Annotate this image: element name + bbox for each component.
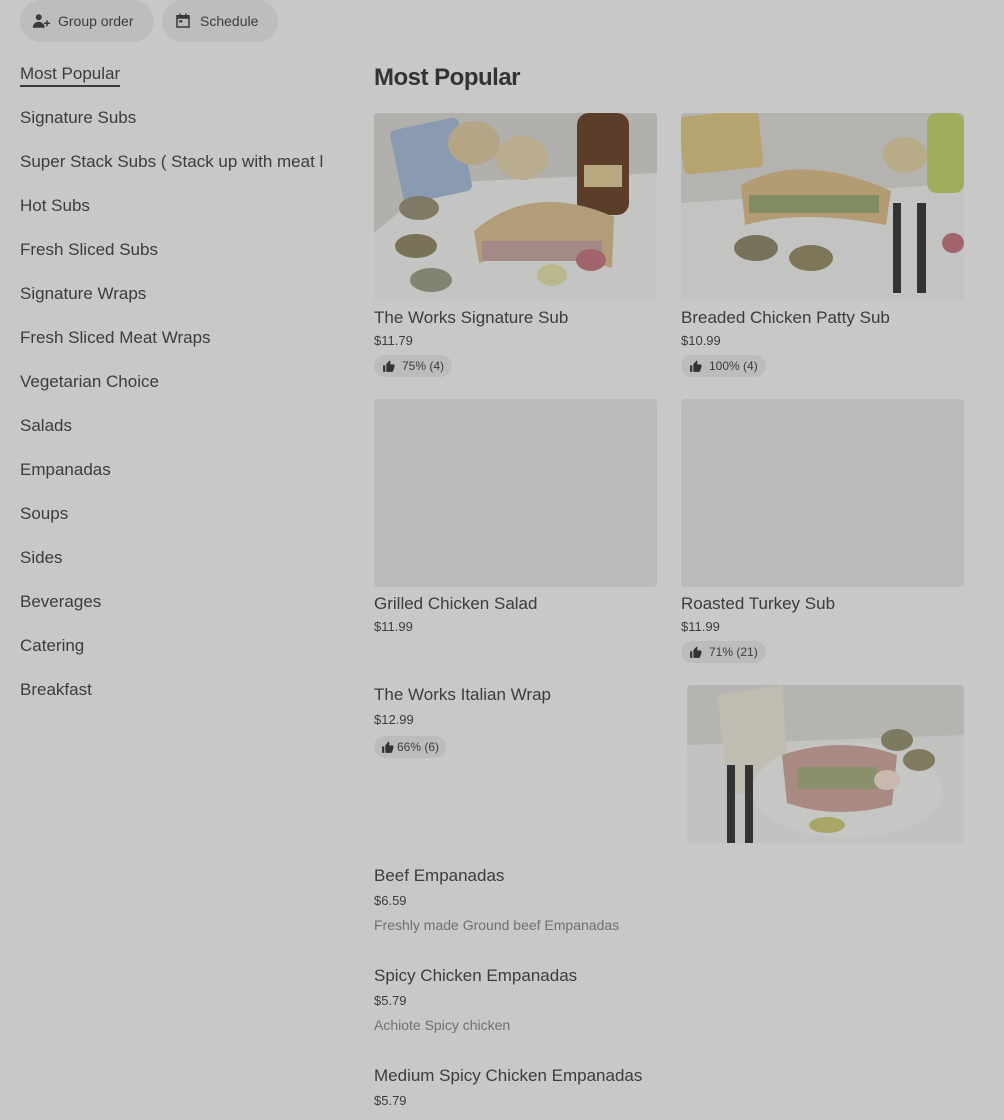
schedule-button[interactable]: Schedule — [162, 0, 278, 42]
item-name: Grilled Chicken Salad — [374, 594, 538, 613]
sidebar-item-empanadas[interactable]: Empanadas — [20, 456, 350, 500]
item-name: Spicy Chicken Empanadas — [374, 966, 578, 985]
thumbs-up-icon — [382, 741, 394, 753]
item-description: Freshly made Ground beef Empanadas — [374, 917, 620, 933]
rating-badge: 71% (21) — [681, 641, 766, 663]
item-price: $11.79 — [374, 333, 413, 348]
schedule-label: Schedule — [200, 13, 259, 29]
item-description: Achiote Spicy chicken — [374, 1017, 511, 1033]
rating-text: 100% (4) — [709, 359, 758, 373]
sidebar-item-signature-subs[interactable]: Signature Subs — [20, 104, 350, 148]
item-price: $6.59 — [374, 893, 407, 908]
image-placeholder[interactable] — [681, 399, 964, 587]
item-name: Breaded Chicken Patty Sub — [681, 308, 890, 327]
rating-badge: 100% (4) — [681, 355, 766, 377]
food-image[interactable] — [687, 685, 964, 843]
sidebar-item-signature-wraps[interactable]: Signature Wraps — [20, 280, 350, 324]
menu-card-works-signature-sub[interactable]: The Works Signature Sub $11.79 75% (4) — [374, 113, 657, 378]
rating-badge: 75% (4) — [374, 355, 453, 377]
sidebar-item-salads[interactable]: Salads — [20, 412, 350, 456]
sidebar-item-catering[interactable]: Catering — [20, 632, 350, 676]
item-price: $10.99 — [681, 333, 721, 348]
sidebar-item-soups[interactable]: Soups — [20, 500, 350, 544]
food-image[interactable] — [681, 113, 964, 301]
thumbs-up-icon — [690, 646, 702, 658]
sidebar-item-sides[interactable]: Sides — [20, 544, 350, 588]
sidebar-item-breakfast[interactable]: Breakfast — [20, 676, 350, 720]
item-name: Medium Spicy Chicken Empanadas — [374, 1066, 643, 1085]
sidebar-item-most-popular[interactable]: Most Popular — [20, 60, 350, 104]
menu-item-beef-empanadas[interactable]: Beef Empanadas $6.59 Freshly made Ground… — [374, 864, 954, 937]
item-name: Roasted Turkey Sub — [681, 594, 836, 613]
item-price: $5.79 — [374, 993, 407, 1008]
group-order-button[interactable]: Group order — [20, 0, 154, 42]
add-person-icon — [32, 14, 50, 28]
sidebar-item-hot-subs[interactable]: Hot Subs — [20, 192, 350, 236]
menu-item-medium-spicy-chicken-empanadas[interactable]: Medium Spicy Chicken Empanadas $5.79 — [374, 1064, 954, 1113]
section-title: Most Popular — [374, 64, 521, 91]
item-name: Beef Empanadas — [374, 866, 505, 885]
menu-card-breaded-chicken-patty-sub[interactable]: Breaded Chicken Patty Sub $10.99 100% (4… — [681, 113, 964, 378]
menu-item-spicy-chicken-empanadas[interactable]: Spicy Chicken Empanadas $5.79 Achiote Sp… — [374, 964, 954, 1037]
rating-text: 66% (6) — [397, 740, 440, 754]
item-price: $11.99 — [681, 619, 720, 634]
thumbs-up-icon — [383, 360, 395, 372]
sidebar-item-super-stack-subs[interactable]: Super Stack Subs ( Stack up with meat l — [20, 148, 350, 192]
menu-card-roasted-turkey-sub[interactable]: Roasted Turkey Sub $11.99 71% (21) — [681, 399, 964, 664]
sidebar-item-fresh-sliced-subs[interactable]: Fresh Sliced Subs — [20, 236, 350, 280]
group-order-label: Group order — [58, 13, 134, 29]
menu-card-grilled-chicken-salad[interactable]: Grilled Chicken Salad $11.99 — [374, 399, 657, 637]
image-placeholder[interactable] — [374, 399, 657, 587]
category-sidebar: Most Popular Signature Subs Super Stack … — [20, 60, 350, 720]
item-name: The Works Signature Sub — [374, 308, 569, 327]
rating-badge: 66% (6) — [374, 736, 447, 758]
rating-text: 71% (21) — [709, 645, 758, 659]
calendar-icon — [176, 13, 190, 28]
sidebar-item-fresh-sliced-meat-wraps[interactable]: Fresh Sliced Meat Wraps — [20, 324, 350, 368]
item-price: $11.99 — [374, 619, 413, 634]
item-price: $5.79 — [374, 1093, 407, 1108]
food-image[interactable] — [374, 113, 657, 301]
sidebar-item-beverages[interactable]: Beverages — [20, 588, 350, 632]
rating-text: 75% (4) — [402, 359, 445, 373]
sidebar-item-vegetarian-choice[interactable]: Vegetarian Choice — [20, 368, 350, 412]
thumbs-up-icon — [690, 360, 702, 372]
